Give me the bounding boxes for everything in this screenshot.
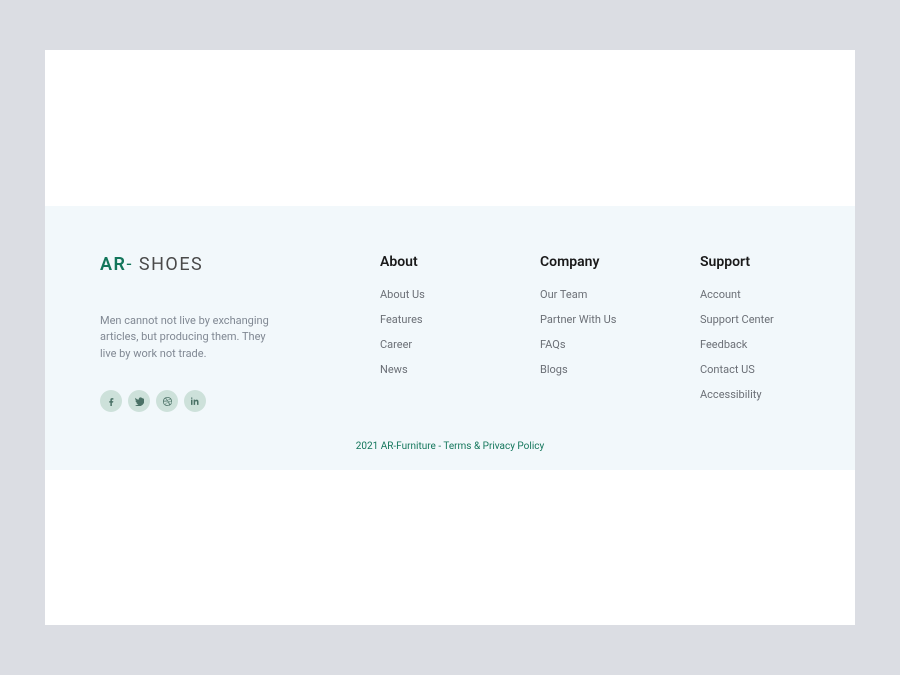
contact-us-link[interactable]: Contact US xyxy=(700,363,800,376)
logo-shoes: SHOES xyxy=(139,254,203,275)
footer: AR- SHOES Men cannot not live by exchang… xyxy=(45,206,855,470)
brand-section: AR- SHOES Men cannot not live by exchang… xyxy=(100,254,280,413)
about-title: About xyxy=(380,254,480,270)
page-top-spacer xyxy=(45,50,855,206)
page-container: AR- SHOES Men cannot not live by exchang… xyxy=(45,50,855,625)
support-column: Support Account Support Center Feedback … xyxy=(700,254,800,413)
accessibility-link[interactable]: Accessibility xyxy=(700,388,800,401)
dribbble-icon[interactable] xyxy=(156,390,178,412)
logo: AR- SHOES xyxy=(100,254,280,275)
page-bottom-spacer xyxy=(45,470,855,626)
company-title: Company xyxy=(540,254,640,270)
feedback-link[interactable]: Feedback xyxy=(700,338,800,351)
support-title: Support xyxy=(700,254,800,270)
linkedin-icon[interactable] xyxy=(184,390,206,412)
company-column: Company Our Team Partner With Us FAQs Bl… xyxy=(540,254,640,413)
facebook-icon[interactable] xyxy=(100,390,122,412)
logo-dash: - xyxy=(126,254,138,275)
partner-link[interactable]: Partner With Us xyxy=(540,313,640,326)
blogs-link[interactable]: Blogs xyxy=(540,363,640,376)
twitter-icon[interactable] xyxy=(128,390,150,412)
logo-ar: AR xyxy=(100,254,126,275)
about-us-link[interactable]: About Us xyxy=(380,288,480,301)
support-center-link[interactable]: Support Center xyxy=(700,313,800,326)
about-column: About About Us Features Career News xyxy=(380,254,480,413)
copyright[interactable]: 2021 AR-Furniture - Terms & Privacy Poli… xyxy=(100,441,800,452)
our-team-link[interactable]: Our Team xyxy=(540,288,640,301)
brand-description: Men cannot not live by exchanging articl… xyxy=(100,313,280,363)
news-link[interactable]: News xyxy=(380,363,480,376)
features-link[interactable]: Features xyxy=(380,313,480,326)
account-link[interactable]: Account xyxy=(700,288,800,301)
career-link[interactable]: Career xyxy=(380,338,480,351)
links-section: About About Us Features Career News Comp… xyxy=(380,254,800,413)
faqs-link[interactable]: FAQs xyxy=(540,338,640,351)
footer-content: AR- SHOES Men cannot not live by exchang… xyxy=(100,254,800,413)
social-icons xyxy=(100,390,280,412)
